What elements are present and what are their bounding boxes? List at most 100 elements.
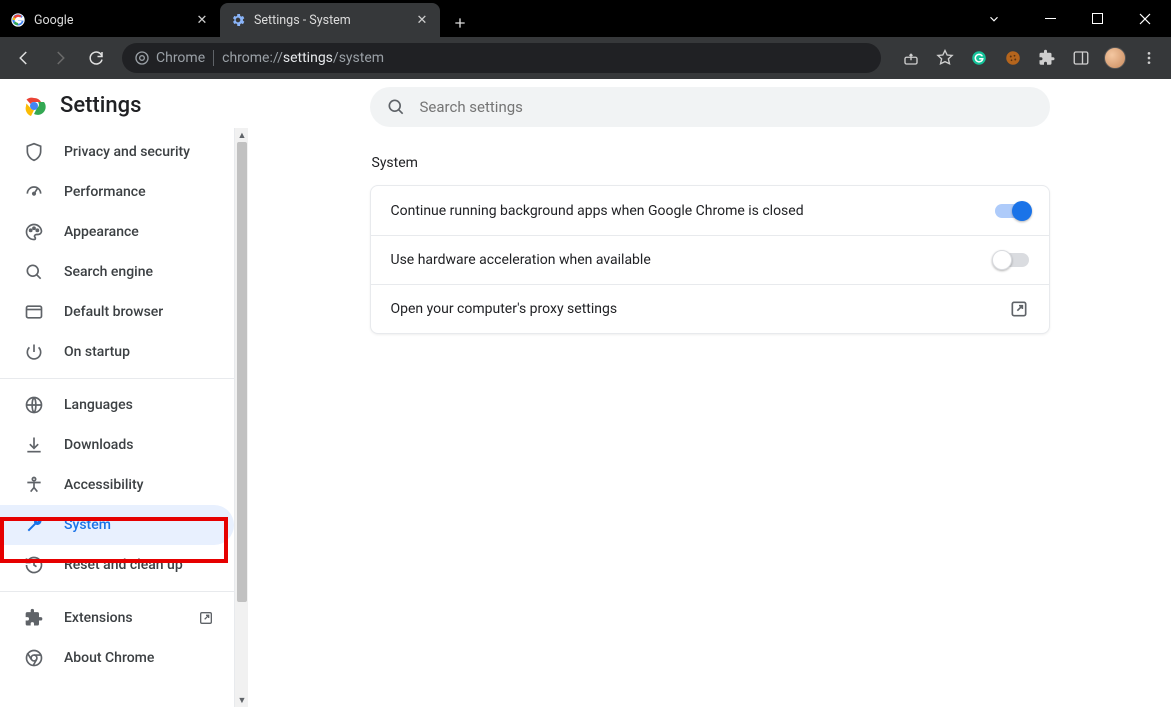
download-icon (24, 435, 44, 455)
scroll-down-icon[interactable]: ▼ (235, 693, 248, 707)
settings-search[interactable] (370, 87, 1050, 127)
palette-icon (24, 222, 44, 242)
settings-header: Settings (0, 79, 248, 128)
sidebar-item-label: Search engine (64, 264, 214, 280)
puzzle-icon (24, 608, 44, 628)
sidebar-item-label: Performance (64, 184, 214, 200)
tab-search-button[interactable] (971, 4, 1016, 34)
sidebar-item-on-startup[interactable]: On startup (0, 332, 234, 372)
google-favicon (10, 12, 26, 28)
tab-settings[interactable]: Settings - System ✕ (220, 3, 440, 37)
sidebar-item-label: About Chrome (64, 650, 214, 666)
tab-title: Google (34, 13, 194, 28)
divider (213, 50, 214, 66)
setting-row-background-apps[interactable]: Continue running background apps when Go… (371, 186, 1049, 235)
sidebar-item-reset[interactable]: Reset and clean up (0, 545, 234, 585)
sidebar-item-label: Reset and clean up (64, 557, 214, 573)
sidebar-item-label: Appearance (64, 224, 214, 240)
power-icon (24, 342, 44, 362)
browser-icon (24, 302, 44, 322)
search-icon (386, 97, 406, 117)
page-title: Settings (60, 93, 141, 118)
toggle-switch[interactable] (995, 253, 1029, 267)
bookmark-icon[interactable] (931, 44, 959, 72)
chrome-outline-icon (24, 648, 44, 668)
sidebar-item-label: Extensions (64, 610, 178, 626)
setting-label: Open your computer's proxy settings (391, 301, 618, 317)
search-input[interactable] (420, 98, 1034, 116)
globe-icon (24, 395, 44, 415)
reload-button[interactable] (80, 42, 112, 74)
share-icon[interactable] (897, 44, 925, 72)
forward-button[interactable] (44, 42, 76, 74)
sidebar-item-label: Privacy and security (64, 144, 214, 160)
url-text: chrome://settings/system (222, 50, 384, 66)
secure-label: Chrome (156, 50, 205, 66)
setting-label: Use hardware acceleration when available (391, 252, 651, 268)
external-link-icon (1009, 299, 1029, 319)
sidebar-item-downloads[interactable]: Downloads (0, 425, 234, 465)
sidebar-scrollbar[interactable]: ▲ ▼ (234, 128, 248, 707)
grammarly-extension-icon[interactable] (965, 44, 993, 72)
toggle-switch[interactable] (995, 204, 1029, 218)
sidebar-item-performance[interactable]: Performance (0, 172, 234, 212)
close-icon[interactable]: ✕ (414, 12, 430, 28)
sidebar-item-privacy[interactable]: Privacy and security (0, 132, 234, 172)
gear-icon (230, 12, 246, 28)
side-panel-icon[interactable] (1067, 44, 1095, 72)
sidebar-item-label: Accessibility (64, 477, 214, 493)
chrome-logo-icon (22, 94, 46, 118)
page-content: Settings Privacy and security Performanc… (0, 79, 1171, 707)
settings-card: Continue running background apps when Go… (370, 185, 1050, 334)
maximize-button[interactable] (1075, 4, 1120, 34)
shield-icon (24, 142, 44, 162)
new-tab-button[interactable] (446, 9, 474, 37)
sidebar-item-about[interactable]: About Chrome (0, 638, 234, 678)
window-controls (971, 0, 1171, 37)
back-button[interactable] (8, 42, 40, 74)
sidebar-item-search-engine[interactable]: Search engine (0, 252, 234, 292)
setting-row-hardware-accel[interactable]: Use hardware acceleration when available (371, 235, 1049, 284)
sidebar-item-accessibility[interactable]: Accessibility (0, 465, 234, 505)
cookie-extension-icon[interactable] (999, 44, 1027, 72)
chrome-menu-button[interactable] (1135, 44, 1163, 72)
sidebar-item-label: Languages (64, 397, 214, 413)
extensions-icon[interactable] (1033, 44, 1061, 72)
setting-label: Continue running background apps when Go… (391, 203, 804, 219)
sidebar-nav: Privacy and security Performance Appeara… (0, 128, 248, 707)
restore-icon (24, 555, 44, 575)
toolbar-right (891, 44, 1163, 72)
wrench-icon (24, 515, 44, 535)
scroll-up-icon[interactable]: ▲ (235, 128, 248, 142)
setting-row-proxy[interactable]: Open your computer's proxy settings (371, 284, 1049, 333)
tab-strip: Google ✕ Settings - System ✕ (0, 0, 971, 37)
speedometer-icon (24, 182, 44, 202)
sidebar-item-system[interactable]: System (0, 505, 234, 545)
sidebar-item-extensions[interactable]: Extensions (0, 598, 234, 638)
sidebar-item-label: System (64, 517, 214, 533)
sidebar-item-label: Default browser (64, 304, 214, 320)
nav-group: Languages Downloads Accessibility System… (0, 378, 248, 591)
tab-title: Settings - System (254, 13, 414, 28)
sidebar-item-appearance[interactable]: Appearance (0, 212, 234, 252)
external-link-icon (198, 610, 214, 626)
section-title: System (370, 155, 1050, 171)
sidebar-item-label: On startup (64, 344, 214, 360)
sidebar-item-default-browser[interactable]: Default browser (0, 292, 234, 332)
address-bar[interactable]: Chrome chrome://settings/system (122, 43, 881, 73)
close-icon[interactable]: ✕ (194, 12, 210, 28)
browser-toolbar: Chrome chrome://settings/system (0, 37, 1171, 79)
main-panel: System Continue running background apps … (248, 79, 1171, 707)
tab-google[interactable]: Google ✕ (0, 3, 220, 37)
site-info-chip[interactable]: Chrome (134, 50, 205, 66)
sidebar-item-label: Downloads (64, 437, 214, 453)
profile-avatar[interactable] (1101, 44, 1129, 72)
minimize-button[interactable] (1028, 4, 1073, 34)
search-icon (24, 262, 44, 282)
sidebar-item-languages[interactable]: Languages (0, 385, 234, 425)
sidebar: Settings Privacy and security Performanc… (0, 79, 248, 707)
close-window-button[interactable] (1122, 4, 1167, 34)
scroll-thumb[interactable] (237, 142, 247, 602)
window-titlebar: Google ✕ Settings - System ✕ (0, 0, 1171, 37)
accessibility-icon (24, 475, 44, 495)
